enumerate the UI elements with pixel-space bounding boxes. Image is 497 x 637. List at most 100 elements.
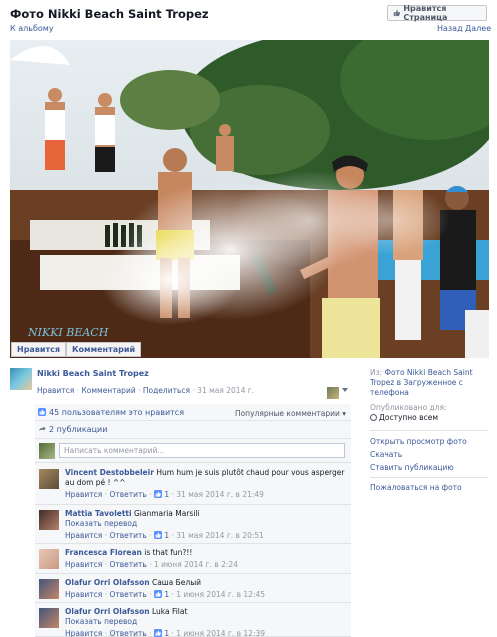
thumbs-up-icon bbox=[153, 531, 162, 539]
comment-timestamp[interactable]: 1 июня 2014 г. в 12:45 bbox=[176, 590, 265, 599]
page-title: Фото Nikki Beach Saint Tropez bbox=[10, 7, 209, 21]
comment-body: Mattia Tavoletti Gianmaria Marsili Показа… bbox=[65, 509, 347, 541]
comment-like-link[interactable]: Нравится bbox=[65, 490, 102, 499]
comment-timestamp[interactable]: 1 июня 2014 г. в 2:24 bbox=[154, 560, 238, 569]
party-photo-image: NIKKI BEACH bbox=[10, 40, 489, 358]
commenter-avatar[interactable] bbox=[39, 510, 59, 530]
popular-comments-label: Популярные комментарии bbox=[234, 409, 340, 418]
comment-item: Mattia Tavoletti Gianmaria Marsili Показа… bbox=[35, 505, 351, 544]
report-photo-link[interactable]: Пожаловаться на фото bbox=[370, 483, 462, 492]
comment-item: Olafur Orri Olafsson Саша Белый Нравится … bbox=[35, 574, 351, 603]
comment-like-link[interactable]: Нравится bbox=[65, 629, 102, 637]
comment-body: Vincent Destobbeleir Hum hum je suis plu… bbox=[65, 468, 347, 500]
comment-reply-link[interactable]: Ответить bbox=[109, 560, 146, 569]
divider bbox=[370, 477, 488, 478]
share-icon bbox=[38, 425, 46, 431]
comment-like-link[interactable]: Нравится bbox=[65, 560, 102, 569]
main-photo[interactable]: NIKKI BEACH bbox=[10, 40, 489, 358]
comment-reply-link[interactable]: Ответить bbox=[109, 629, 146, 637]
photo-comment-button[interactable]: Комментарий bbox=[66, 342, 142, 357]
owner-meta: Нравится · Комментарий · Поделиться · 31… bbox=[37, 386, 254, 395]
comment-meta: Нравится · Ответить · 1 · 31 мая 2014 г.… bbox=[65, 490, 264, 499]
viewer-avatar[interactable] bbox=[327, 387, 339, 399]
comment-likes-count[interactable]: 1 bbox=[164, 629, 169, 637]
comment-reply-link[interactable]: Ответить bbox=[109, 531, 146, 540]
share-link[interactable]: Поделиться bbox=[143, 386, 190, 395]
commenter-avatar[interactable] bbox=[39, 608, 59, 628]
photo-source: Из: Фото Nikki Beach Saint Tropez в Загр… bbox=[370, 368, 488, 398]
comment-timestamp[interactable]: 31 мая 2014 г. в 21:49 bbox=[176, 490, 264, 499]
likes-count-link[interactable]: 45 пользователям это нравится bbox=[49, 408, 184, 417]
comment-reply-link[interactable]: Ответить bbox=[109, 490, 146, 499]
photo-watermark: NIKKI BEACH bbox=[27, 326, 109, 339]
audience-selector[interactable]: Доступно всем bbox=[370, 413, 488, 423]
album-source-link[interactable]: Фото Nikki Beach Saint Tropez в Загружен… bbox=[370, 368, 473, 397]
shares-count-link[interactable]: 2 публикации bbox=[49, 425, 107, 434]
comment-like-link[interactable]: Нравится bbox=[65, 590, 102, 599]
comment-author-link[interactable]: Francesca Florean bbox=[65, 548, 142, 557]
post-date: 31 мая 2014 г. bbox=[197, 386, 255, 395]
separator: · bbox=[138, 386, 141, 395]
comment-item: Olafur Orri Olafsson Luka Filat Показать … bbox=[35, 603, 351, 637]
comment-body: Olafur Orri Olafsson Luka Filat Показать … bbox=[65, 607, 347, 637]
comment-body: Francesca Florean is that fun?!! Нравится… bbox=[65, 548, 347, 570]
thumbs-up-icon bbox=[393, 9, 401, 17]
comment-author-link[interactable]: Olafur Orri Olafsson bbox=[65, 578, 150, 587]
chevron-down-icon[interactable] bbox=[342, 388, 348, 392]
comment-author-link[interactable]: Mattia Tavoletti bbox=[65, 509, 132, 518]
owner-name-link[interactable]: Nikki Beach Saint Tropez bbox=[37, 369, 149, 378]
composer-avatar bbox=[39, 443, 55, 459]
thumbs-up-icon bbox=[153, 490, 162, 498]
comment-timestamp[interactable]: 1 июня 2014 г. в 12:39 bbox=[176, 629, 265, 637]
photo-actions: Нравится Комментарий bbox=[11, 342, 142, 357]
show-translation-link[interactable]: Показать перевод bbox=[65, 617, 347, 627]
back-to-album-link[interactable]: К альбому bbox=[10, 24, 54, 33]
separator: · bbox=[192, 386, 195, 395]
comment-link[interactable]: Комментарий bbox=[81, 386, 135, 395]
comment-likes-count[interactable]: 1 bbox=[164, 490, 169, 499]
open-photo-viewer-link[interactable]: Открыть просмотр фото bbox=[370, 437, 467, 446]
comment-item: Francesca Florean is that fun?!! Нравится… bbox=[35, 544, 351, 574]
show-translation-link[interactable]: Показать перевод bbox=[65, 519, 347, 529]
popular-comments-dropdown[interactable]: Популярные комментарии ▾ bbox=[235, 409, 346, 418]
comment-author-link[interactable]: Vincent Destobbeleir bbox=[65, 468, 154, 477]
share-post-link[interactable]: Ставить публикацию bbox=[370, 463, 454, 472]
comment-text: is that fun?!! bbox=[144, 548, 193, 557]
page-avatar[interactable] bbox=[10, 368, 32, 390]
comment-text: Gianmaria Marsili bbox=[133, 509, 200, 518]
prev-photo-link[interactable]: Назад bbox=[437, 24, 463, 33]
comment-like-link[interactable]: Нравится bbox=[65, 531, 102, 540]
comment-text: Саша Белый bbox=[151, 578, 201, 587]
separator: · bbox=[76, 386, 80, 395]
comment-meta: Нравится · Ответить · 1 · 31 мая 2014 г.… bbox=[65, 531, 264, 540]
thumbs-up-icon bbox=[153, 629, 162, 637]
comment-likes-count[interactable]: 1 bbox=[164, 531, 169, 540]
comment-author-link[interactable]: Olafur Orri Olafsson bbox=[65, 607, 150, 616]
comment-input[interactable]: Написать комментарий... bbox=[59, 443, 345, 458]
comment-composer: Написать комментарий... bbox=[35, 439, 351, 463]
chevron-down-icon: ▾ bbox=[342, 409, 346, 418]
shares-summary: 2 публикации bbox=[35, 421, 351, 439]
like-link[interactable]: Нравится bbox=[37, 386, 74, 395]
audience-label: Доступно всем bbox=[379, 413, 438, 422]
download-link[interactable]: Скачать bbox=[370, 450, 402, 459]
commenter-avatar[interactable] bbox=[39, 549, 59, 569]
like-page-button[interactable]: Нравится Страница bbox=[387, 4, 487, 22]
commenter-avatar[interactable] bbox=[39, 469, 59, 489]
likes-summary: 45 пользователям это нравится Популярные… bbox=[35, 404, 351, 421]
comment-text: Luka Filat bbox=[151, 607, 188, 616]
next-photo-link[interactable]: Далее bbox=[465, 24, 491, 33]
divider bbox=[370, 430, 488, 431]
like-page-label: Нравится Страница bbox=[403, 4, 448, 22]
photo-like-button[interactable]: Нравится bbox=[11, 342, 67, 357]
thumbs-up-icon bbox=[38, 408, 46, 416]
globe-icon bbox=[370, 414, 377, 421]
comment-meta: Нравится · Ответить · 1 июня 2014 г. в 2… bbox=[65, 560, 238, 569]
comment-timestamp[interactable]: 31 мая 2014 г. в 20:51 bbox=[176, 531, 264, 540]
thumbs-up-icon bbox=[153, 590, 162, 598]
comment-item: Vincent Destobbeleir Hum hum je suis plu… bbox=[35, 464, 351, 505]
comment-reply-link[interactable]: Ответить bbox=[109, 590, 146, 599]
comment-likes-count[interactable]: 1 bbox=[164, 590, 169, 599]
commenter-avatar[interactable] bbox=[39, 579, 59, 599]
comment-body: Olafur Orri Olafsson Саша Белый Нравится … bbox=[65, 578, 347, 600]
